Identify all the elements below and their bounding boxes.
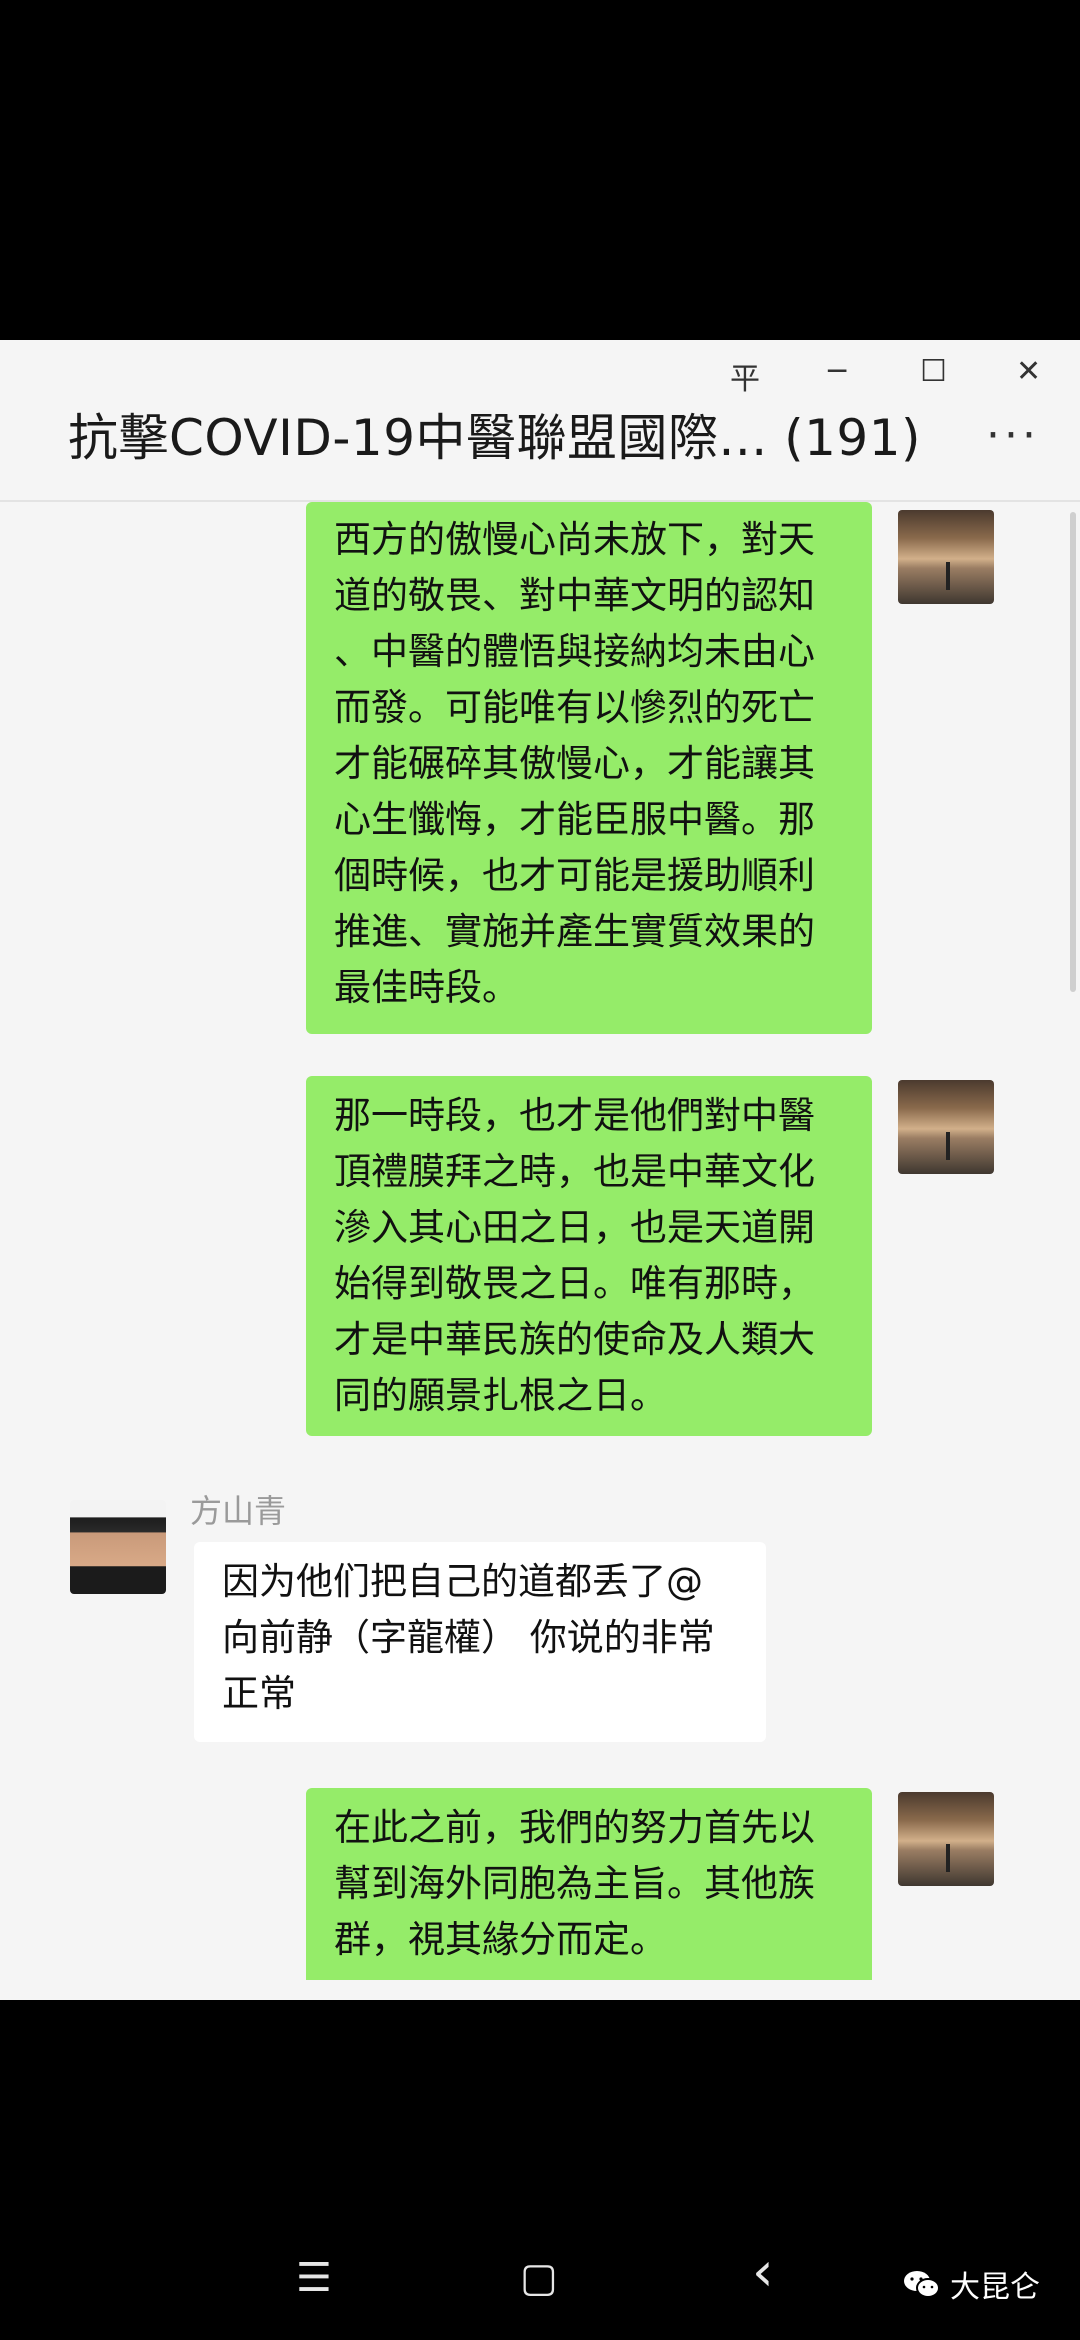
sender-name: 方山青	[190, 1492, 287, 1530]
message-line: 在此之前，我們的努力首先以	[334, 1806, 815, 1849]
message-line: 滲入其心田之日，也是天道開	[334, 1206, 815, 1249]
title-bar: 平 ─ ☐ ✕ 抗擊COVID-19中醫聯盟國際... (191) ···	[0, 340, 1080, 502]
my-avatar[interactable]	[898, 1792, 994, 1886]
message-line: 因为他们把自己的道都丢了@	[222, 1560, 703, 1603]
message-line: 幫到海外同胞為主旨。其他族	[334, 1862, 815, 1905]
message-line: 正常	[222, 1672, 296, 1715]
message-line: 始得到敬畏之日。唯有那時，	[334, 1262, 815, 1305]
message-line: 才能碾碎其傲慢心，才能讓其	[334, 742, 815, 785]
message-bubble[interactable]: 那一時段，也才是他們對中醫 頂禮膜拜之時，也是中華文化 滲入其心田之日，也是天道…	[306, 1076, 872, 1436]
chat-window: 平 ─ ☐ ✕ 抗擊COVID-19中醫聯盟國際... (191) ··· 西方…	[0, 340, 1080, 2000]
message-line: 心生懺悔，才能臣服中醫。那	[334, 798, 815, 841]
home-icon[interactable]: ▢	[520, 2255, 558, 2301]
message-line: 個時候，也才可能是援助順利	[334, 854, 815, 897]
message-line: 那一時段，也才是他們對中醫	[334, 1094, 815, 1137]
back-icon[interactable]: ‹	[752, 2240, 774, 2303]
maximize-button[interactable]: ☐	[920, 354, 947, 389]
message-line: 向前静（字龍權） 你说的非常	[222, 1616, 715, 1659]
message-line: 西方的傲慢心尚未放下，對天	[334, 518, 815, 561]
my-avatar[interactable]	[898, 1080, 994, 1174]
message-line: 最佳時段。	[334, 966, 519, 1009]
message-list[interactable]: 西方的傲慢心尚未放下，對天 道的敬畏、對中華文明的認知 、中醫的體悟與接納均未由…	[0, 502, 1080, 1980]
message-line: 、中醫的體悟與接納均未由心	[334, 630, 815, 673]
message-line: 道的敬畏、對中華文明的認知	[334, 574, 815, 617]
minimize-button[interactable]: ─	[828, 354, 846, 389]
message-line: 而發。可能唯有以慘烈的死亡	[334, 686, 815, 729]
close-button[interactable]: ✕	[1016, 354, 1041, 389]
chat-title: 抗擊COVID-19中醫聯盟國際... (191)	[68, 409, 922, 467]
brand-name: 大昆仑	[950, 2270, 1040, 2305]
message-line: 才是中華民族的使命及人類大	[334, 1318, 815, 1361]
message-bubble[interactable]: 因为他们把自己的道都丢了@ 向前静（字龍權） 你说的非常 正常	[194, 1542, 766, 1742]
menu-icon[interactable]: ☰	[296, 2255, 332, 2301]
message-bubble[interactable]: 在此之前，我們的努力首先以 幫到海外同胞為主旨。其他族 群，視其緣分而定。	[306, 1788, 872, 1980]
message-line: 推進、實施并產生實質效果的	[334, 910, 815, 953]
brand-watermark: 大昆仑	[902, 2262, 1040, 2306]
sender-avatar[interactable]	[70, 1500, 166, 1594]
message-line: 頂禮膜拜之時，也是中華文化	[334, 1150, 815, 1193]
more-options-button[interactable]: ···	[986, 410, 1040, 461]
message-line: 群，視其緣分而定。	[334, 1918, 667, 1961]
wechat-icon	[904, 2271, 940, 2298]
message-line: 同的願景扎根之日。	[334, 1374, 667, 1417]
my-avatar[interactable]	[898, 510, 994, 604]
pin-icon[interactable]: 平	[730, 354, 760, 398]
message-bubble[interactable]: 西方的傲慢心尚未放下，對天 道的敬畏、對中華文明的認知 、中醫的體悟與接納均未由…	[306, 502, 872, 1034]
